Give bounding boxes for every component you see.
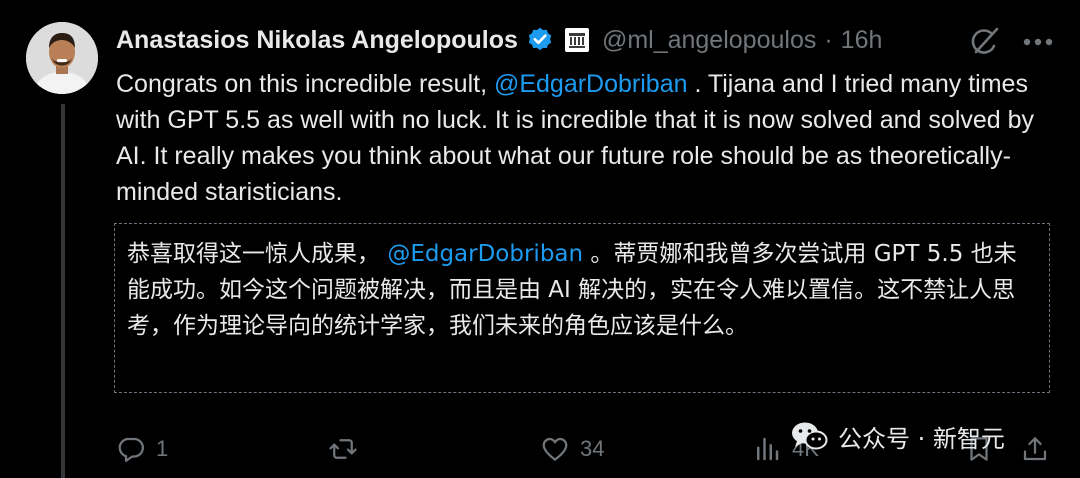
- reply-count: 1: [156, 436, 169, 461]
- translation-box: 恭喜取得这一惊人成果， @EdgarDobriban 。蒂贾娜和我曾多次尝试用 …: [114, 223, 1050, 393]
- wechat-logo-icon: [792, 422, 828, 450]
- watermark: 公众号 · 新智元: [790, 416, 1005, 456]
- like-button[interactable]: 34: [540, 425, 604, 473]
- translation-text: 恭喜取得这一惊人成果， @EdgarDobriban 。蒂贾娜和我曾多次尝试用 …: [127, 236, 1037, 344]
- reply-icon: [118, 437, 144, 462]
- separator-dot: ·: [824, 25, 833, 54]
- verified-badge-icon[interactable]: [526, 26, 554, 54]
- affiliation-badge-icon[interactable]: [564, 27, 590, 53]
- like-count: 34: [580, 436, 605, 461]
- tweet-text-start: Congrats on this incredible result,: [116, 70, 494, 98]
- more-icon[interactable]: [1018, 24, 1058, 60]
- translation-mention-link[interactable]: @EdgarDobriban: [387, 241, 583, 267]
- handle[interactable]: @ml_angelopoulos: [602, 26, 816, 55]
- repost-button[interactable]: [328, 425, 368, 473]
- reply-button[interactable]: 1: [116, 425, 168, 473]
- tweet-header: Anastasios Nikolas Angelopoulos @ml_ange…: [116, 20, 882, 60]
- watermark-text: 公众号 · 新智元: [838, 424, 1005, 453]
- timestamp[interactable]: 16h: [841, 26, 883, 55]
- display-name[interactable]: Anastasios Nikolas Angelopoulos: [116, 26, 518, 55]
- tweet-text: Congrats on this incredible result, @Edg…: [116, 66, 1066, 210]
- share-button[interactable]: [1020, 425, 1050, 473]
- repost-icon: [329, 439, 357, 459]
- mention-link[interactable]: @EdgarDobriban: [494, 70, 688, 98]
- share-icon: [1023, 437, 1047, 461]
- avatar[interactable]: [26, 22, 98, 94]
- views-icon: [757, 437, 779, 461]
- thread-line: [61, 104, 65, 478]
- translation-text-start: 恭喜取得这一惊人成果，: [127, 241, 388, 267]
- grok-icon[interactable]: [966, 24, 1002, 60]
- like-icon: [542, 437, 568, 461]
